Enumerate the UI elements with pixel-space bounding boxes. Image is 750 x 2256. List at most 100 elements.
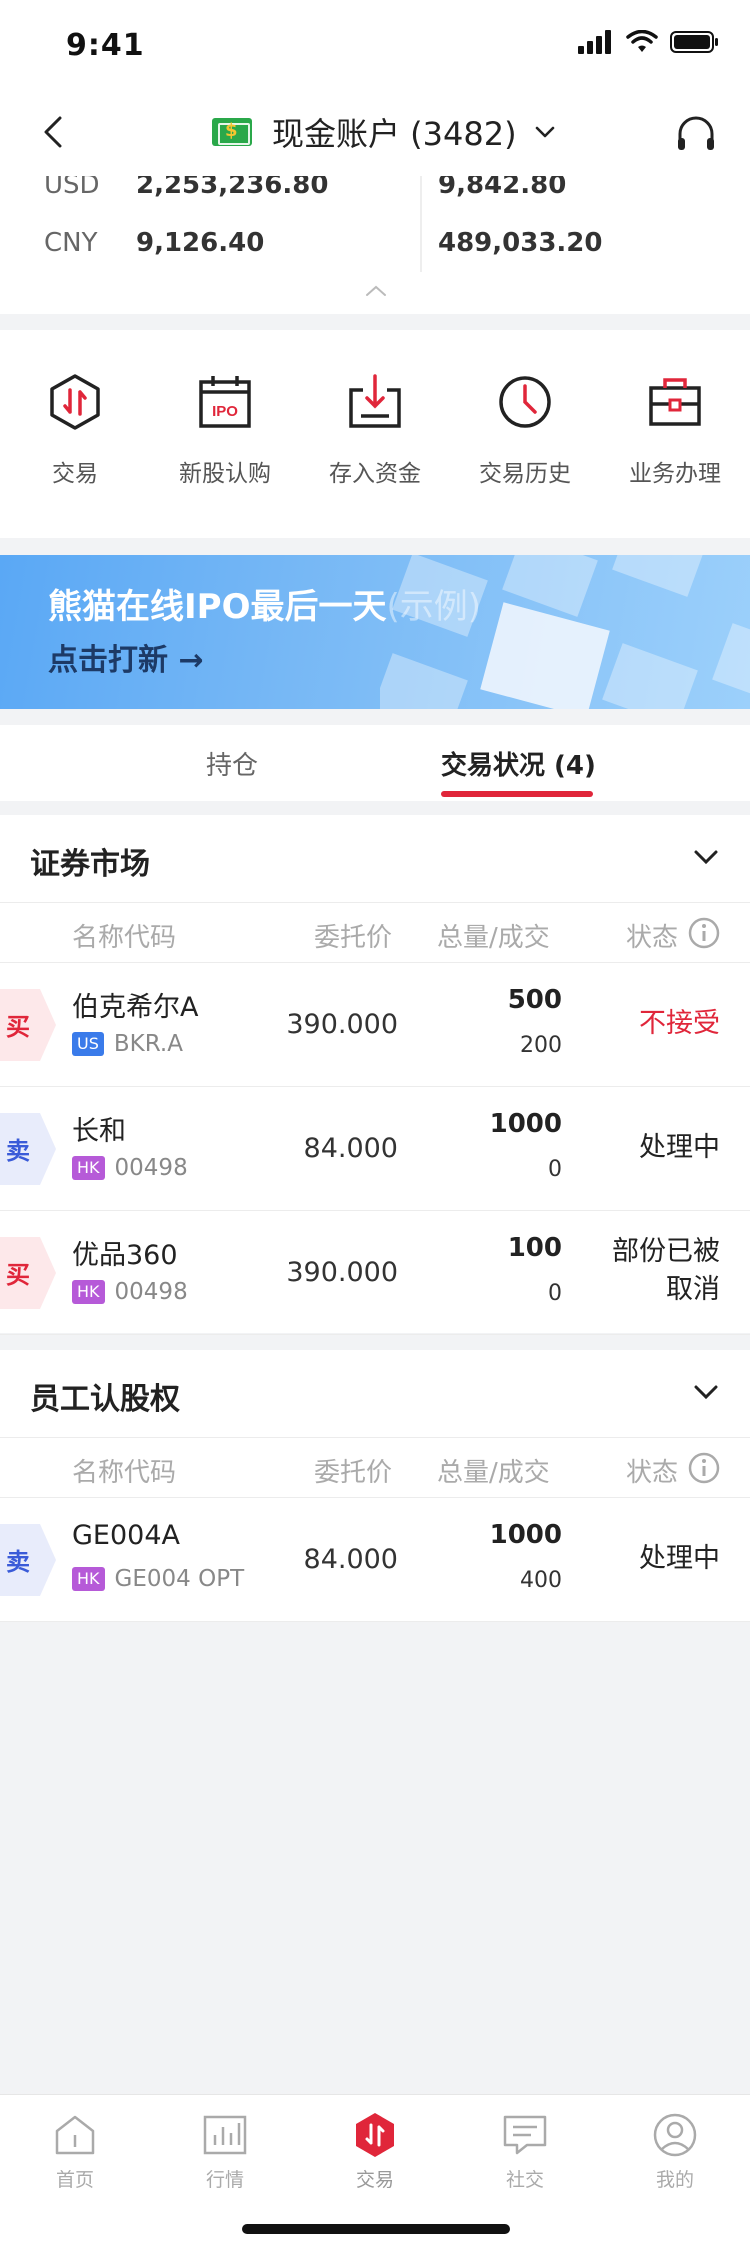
code-text: 00498 bbox=[114, 1155, 188, 1181]
col-name: 名称代码 bbox=[72, 923, 177, 953]
order-status: 处理中 bbox=[639, 1543, 720, 1574]
home-icon bbox=[55, 2115, 95, 2155]
action-history[interactable]: 交易历史 bbox=[450, 372, 600, 488]
action-label: 存入资金 bbox=[329, 461, 421, 487]
battery-icon bbox=[670, 31, 718, 53]
section-header[interactable]: 证券市场 bbox=[0, 815, 750, 903]
order-qty: 1000 bbox=[489, 1520, 562, 1550]
tabbar-label: 社交 bbox=[505, 2169, 544, 2191]
market-badge: HK bbox=[72, 1280, 105, 1304]
balance-value: 489,033.20 bbox=[438, 228, 603, 258]
signal-icon bbox=[578, 30, 611, 54]
market-badge: US bbox=[72, 1032, 104, 1056]
action-deposit[interactable]: 存入资金 bbox=[300, 372, 450, 488]
briefcase-icon bbox=[649, 378, 701, 426]
table-row[interactable]: 卖 GE004A HK GE004 OPT 84.000 1000 400 处理… bbox=[0, 1498, 750, 1622]
stock-name: 伯克希尔A bbox=[72, 992, 199, 1023]
account-title: 现金账户 (3482) bbox=[272, 115, 517, 153]
section-header[interactable]: 员工认股权 bbox=[0, 1350, 750, 1438]
col-qty: 总量/成交 bbox=[437, 923, 550, 953]
action-label: 业务办理 bbox=[629, 461, 721, 487]
headset-icon[interactable] bbox=[674, 112, 718, 156]
balance-value: 2,253,236.80 bbox=[136, 176, 329, 200]
banner-title: 熊猫在线IPO最后一天(示例) bbox=[48, 579, 481, 628]
order-price: 390.000 bbox=[286, 1009, 398, 1040]
nav-bar: $ 现金账户 (3482) bbox=[0, 88, 750, 176]
order-qty: 500 bbox=[507, 985, 562, 1015]
section-securities: 证券市场 名称代码 委托价 总量/成交 状态 买 伯克希尔A US BKR.A … bbox=[0, 815, 750, 1335]
tab-trade-status[interactable]: 交易状况 (4) bbox=[441, 745, 596, 782]
status-icons bbox=[578, 30, 720, 54]
order-status: 不接受 bbox=[639, 1008, 720, 1039]
filled-qty: 400 bbox=[520, 1568, 562, 1593]
stock-name: 长和 bbox=[72, 1116, 126, 1147]
tabbar-social[interactable]: 社交 bbox=[450, 2111, 600, 2192]
ipo-banner[interactable]: 熊猫在线IPO最后一天(示例) 点击打新 → bbox=[0, 555, 750, 709]
market-badge: HK bbox=[72, 1156, 105, 1180]
order-status: 处理中 bbox=[639, 1132, 720, 1163]
svg-text:IPO: IPO bbox=[212, 403, 238, 420]
order-price: 84.000 bbox=[303, 1133, 398, 1164]
action-label: 交易 bbox=[52, 461, 98, 487]
tabbar-trade[interactable]: 交易 bbox=[300, 2111, 450, 2192]
tab-bar: 持仓 交易状况 (4) bbox=[0, 725, 750, 801]
tabbar-label: 交易 bbox=[355, 2169, 394, 2191]
table-row[interactable]: 买 优品360 HK 00498 390.000 100 0 部份已被 取消 bbox=[0, 1211, 750, 1335]
market-chart-icon bbox=[203, 2115, 247, 2155]
chevron-down-icon bbox=[694, 1385, 718, 1400]
tabbar-home[interactable]: 首页 bbox=[0, 2111, 150, 2192]
status-bar: 9:41 bbox=[0, 0, 750, 88]
tabbar-profile[interactable]: 我的 bbox=[600, 2111, 750, 2192]
order-side: 卖 bbox=[0, 1113, 56, 1185]
col-price: 委托价 bbox=[314, 1458, 393, 1488]
profile-icon bbox=[653, 2113, 697, 2157]
col-price: 委托价 bbox=[314, 923, 393, 953]
order-price: 390.000 bbox=[286, 1257, 398, 1288]
filled-qty: 200 bbox=[520, 1033, 562, 1058]
tabbar-label: 我的 bbox=[655, 2169, 694, 2191]
banner-cta[interactable]: 点击打新 → bbox=[48, 635, 204, 679]
stock-code: US BKR.A bbox=[72, 1031, 183, 1057]
action-business[interactable]: 业务办理 bbox=[600, 372, 750, 488]
balance-panel: USD 2,253,236.80 9,842.80 CNY 9,126.40 4… bbox=[0, 176, 750, 314]
balance-value: 9,842.80 bbox=[438, 176, 567, 200]
action-trade[interactable]: 交易 bbox=[0, 372, 150, 488]
order-status: 部份已被 取消 bbox=[612, 1236, 720, 1305]
back-icon[interactable] bbox=[36, 114, 72, 150]
order-side: 买 bbox=[0, 1237, 56, 1309]
column-header: 名称代码 委托价 总量/成交 状态 bbox=[0, 1438, 750, 1498]
currency-label: USD bbox=[44, 176, 100, 200]
side-label: 卖 bbox=[6, 1137, 30, 1165]
stock-code: HK 00498 bbox=[72, 1279, 188, 1305]
section-title: 员工认股权 bbox=[30, 1382, 180, 1417]
tabbar-market[interactable]: 行情 bbox=[150, 2111, 300, 2192]
tabbar-label: 首页 bbox=[55, 2169, 94, 2191]
stock-name: 优品360 bbox=[72, 1240, 178, 1271]
col-name: 名称代码 bbox=[72, 1458, 177, 1488]
market-badge: HK bbox=[72, 1567, 105, 1591]
side-label: 卖 bbox=[6, 1548, 30, 1576]
section-employee-options: 员工认股权 名称代码 委托价 总量/成交 状态 卖 GE004A HK GE00… bbox=[0, 1350, 750, 1622]
code-text: GE004 OPT bbox=[114, 1566, 245, 1592]
order-side: 买 bbox=[0, 989, 56, 1061]
order-side: 卖 bbox=[0, 1524, 56, 1596]
tabbar-label: 行情 bbox=[205, 2169, 244, 2191]
banner-title-main: 熊猫在线IPO最后一天 bbox=[48, 587, 387, 627]
table-row[interactable]: 买 伯克希尔A US BKR.A 390.000 500 200 不接受 bbox=[0, 963, 750, 1087]
action-ipo[interactable]: IPO 新股认购 bbox=[150, 372, 300, 488]
info-icon[interactable] bbox=[688, 1452, 720, 1484]
cash-icon: $ bbox=[212, 118, 252, 146]
stock-code: HK 00498 bbox=[72, 1155, 188, 1181]
info-icon[interactable] bbox=[688, 917, 720, 949]
col-status: 状态 bbox=[626, 923, 679, 953]
chevron-up-icon[interactable] bbox=[364, 284, 388, 298]
balance-row-usd: USD 2,253,236.80 9,842.80 bbox=[0, 176, 750, 220]
order-qty: 100 bbox=[507, 1233, 562, 1263]
table-row[interactable]: 卖 长和 HK 00498 84.000 1000 0 处理中 bbox=[0, 1087, 750, 1211]
col-status: 状态 bbox=[626, 1458, 679, 1488]
side-label: 买 bbox=[6, 1013, 30, 1041]
account-selector[interactable]: $ 现金账户 (3482) bbox=[212, 108, 561, 156]
balance-value: 9,126.40 bbox=[136, 228, 265, 258]
section-title: 证券市场 bbox=[30, 847, 150, 882]
tab-holdings[interactable]: 持仓 bbox=[206, 745, 258, 782]
